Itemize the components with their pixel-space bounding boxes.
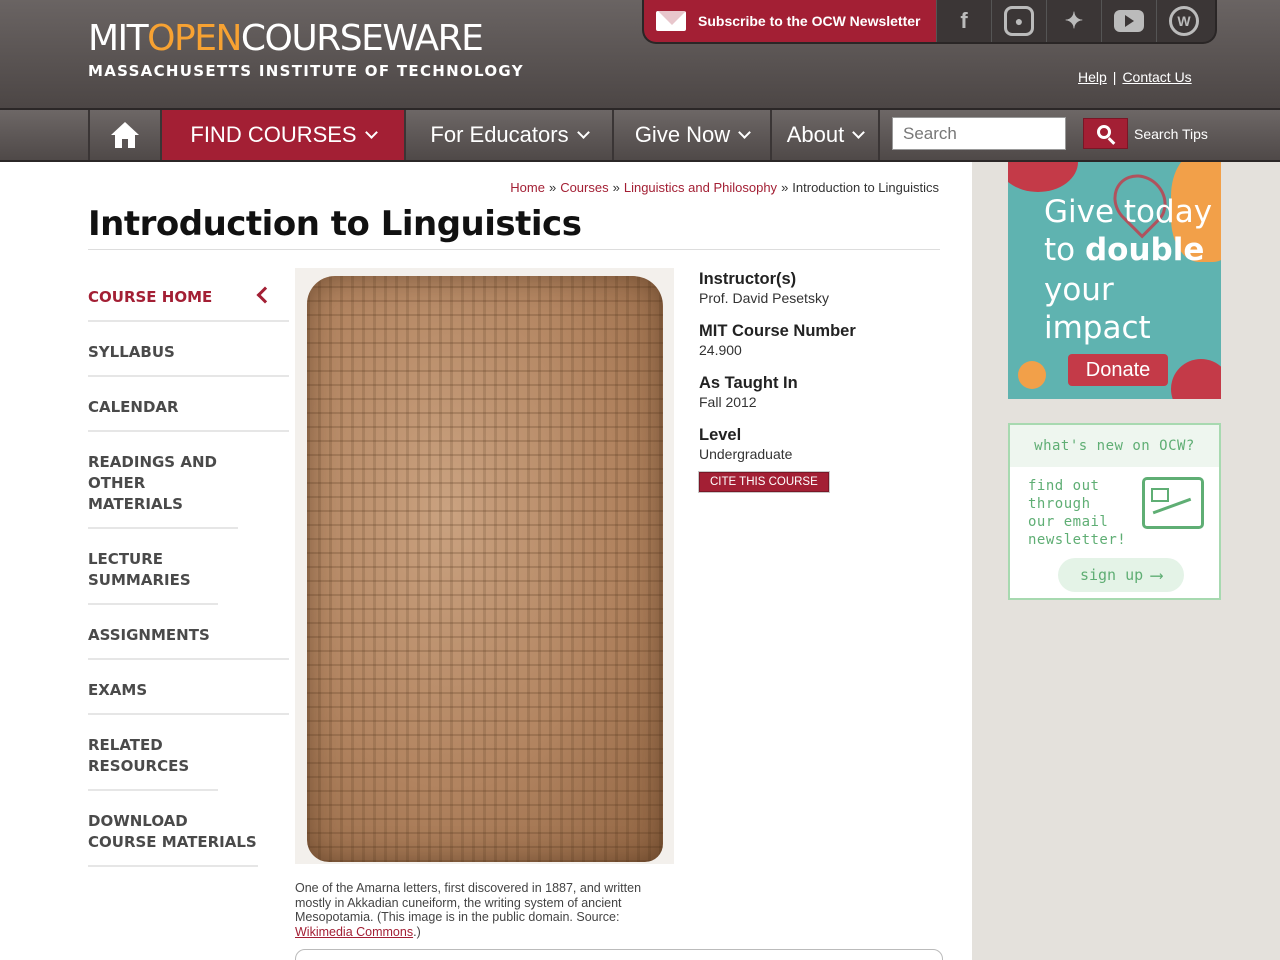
course-sidenav: COURSE HOME SYLLABUS CALENDAR READINGS A… bbox=[88, 267, 289, 867]
subscribe-newsletter-button[interactable]: Subscribe to the OCW Newsletter bbox=[644, 0, 936, 42]
nav-for-educators[interactable]: For Educators bbox=[404, 110, 612, 160]
course-image bbox=[295, 268, 674, 864]
donate-ad[interactable]: Give today to double your impact Donate bbox=[1008, 162, 1221, 399]
level-label: Level bbox=[699, 426, 742, 444]
nav-home[interactable] bbox=[88, 110, 160, 160]
help-link[interactable]: Help bbox=[1078, 69, 1107, 85]
arrow-right-icon: ⟶ bbox=[1151, 564, 1163, 586]
twitter-icon[interactable]: ✦ bbox=[1046, 0, 1101, 42]
instructor-label: Instructor(s) bbox=[699, 270, 797, 288]
course-info: Instructor(s) Prof. David Pesetsky MIT C… bbox=[699, 270, 856, 492]
newsletter-title: what's new on OCW? bbox=[1010, 425, 1219, 467]
chevron-down-icon bbox=[364, 125, 378, 139]
nav-about[interactable]: About bbox=[770, 110, 880, 160]
breadcrumb-current: Introduction to Linguistics bbox=[792, 180, 939, 195]
sidenav-download-course[interactable]: DOWNLOAD COURSE MATERIALS bbox=[88, 791, 258, 867]
sidenav-syllabus[interactable]: SYLLABUS bbox=[88, 322, 289, 377]
breadcrumb: Home» Courses» Linguistics and Philosophy»… bbox=[510, 180, 939, 195]
nav-find-courses[interactable]: FIND COURSES bbox=[160, 110, 404, 160]
course-number-label: MIT Course Number bbox=[699, 322, 856, 340]
ocw-logo[interactable]: MITOPENCOURSEWARE MASSACHUSETTS INSTITUT… bbox=[88, 18, 524, 80]
search-input[interactable] bbox=[892, 117, 1066, 150]
search-button[interactable] bbox=[1083, 118, 1128, 149]
breadcrumb-dept[interactable]: Linguistics and Philosophy bbox=[624, 180, 777, 195]
sidenav-lecture-summaries[interactable]: LECTURE SUMMARIES bbox=[88, 529, 218, 605]
cuneiform-tablet-image bbox=[307, 276, 663, 862]
chevron-down-icon bbox=[576, 125, 590, 139]
breadcrumb-courses[interactable]: Courses bbox=[560, 180, 608, 195]
taught-in-value: Fall 2012 bbox=[699, 394, 757, 410]
sidenav-course-home[interactable]: COURSE HOME bbox=[88, 267, 289, 322]
contact-link[interactable]: Contact Us bbox=[1122, 69, 1191, 85]
search-tips-link[interactable]: Search Tips bbox=[1134, 126, 1208, 142]
help-links: Help | Contact Us bbox=[1078, 69, 1192, 85]
right-sidebar: Give today to double your impact Donate … bbox=[972, 162, 1280, 960]
envelope-icon bbox=[656, 11, 686, 31]
cite-course-button[interactable]: CITE THIS COURSE bbox=[699, 472, 829, 492]
site-header: MITOPENCOURSEWARE MASSACHUSETTS INSTITUT… bbox=[0, 0, 1280, 108]
facebook-icon[interactable]: f bbox=[936, 0, 991, 42]
donate-button[interactable]: Donate bbox=[1068, 354, 1168, 386]
social-links: f ● ✦ W bbox=[936, 0, 1211, 42]
home-icon bbox=[110, 122, 140, 148]
logo-subtitle: MASSACHUSETTS INSTITUTE OF TECHNOLOGY bbox=[88, 62, 524, 80]
nav-give-now[interactable]: Give Now bbox=[612, 110, 770, 160]
newsletter-text: find out through our email newsletter! bbox=[1028, 478, 1127, 548]
youtube-icon[interactable] bbox=[1101, 0, 1156, 42]
page-title: Introduction to Linguistics bbox=[88, 204, 582, 244]
sidenav-exams[interactable]: EXAMS bbox=[88, 660, 289, 715]
top-utility-bar: Subscribe to the OCW Newsletter f ● ✦ W bbox=[642, 0, 1217, 44]
title-divider bbox=[88, 249, 940, 250]
newsletter-promo: what's new on OCW? find out through our … bbox=[1008, 423, 1221, 600]
instructor-value: Prof. David Pesetsky bbox=[699, 290, 829, 306]
logo-wordmark: MITOPENCOURSEWARE bbox=[88, 18, 484, 59]
breadcrumb-home[interactable]: Home bbox=[510, 180, 545, 195]
main-nav: FIND COURSES For Educators Give Now Abou… bbox=[0, 108, 1280, 162]
instagram-icon[interactable]: ● bbox=[991, 0, 1046, 42]
wordpress-icon[interactable]: W bbox=[1156, 0, 1211, 42]
chevron-down-icon bbox=[852, 125, 866, 139]
wikimedia-link[interactable]: Wikimedia Commons bbox=[295, 925, 413, 939]
newsletter-signup-button[interactable]: sign up ⟶ bbox=[1058, 558, 1184, 592]
level-value: Undergraduate bbox=[699, 446, 793, 462]
sidenav-calendar[interactable]: CALENDAR bbox=[88, 377, 289, 432]
image-caption: One of the Amarna letters, first discove… bbox=[295, 881, 642, 939]
search-icon bbox=[1097, 125, 1111, 139]
chevron-left-icon bbox=[256, 286, 274, 304]
course-number-value: 24.900 bbox=[699, 342, 742, 358]
email-newsletter-icon bbox=[1142, 477, 1204, 529]
sidenav-related-resources[interactable]: RELATED RESOURCES bbox=[88, 715, 218, 791]
taught-in-label: As Taught In bbox=[699, 374, 798, 392]
subscribe-label: Subscribe to the OCW Newsletter bbox=[698, 13, 921, 29]
content-box bbox=[295, 949, 943, 960]
sidenav-assignments[interactable]: ASSIGNMENTS bbox=[88, 605, 289, 660]
sidenav-readings[interactable]: READINGS AND OTHER MATERIALS bbox=[88, 432, 238, 529]
chevron-down-icon bbox=[738, 125, 752, 139]
